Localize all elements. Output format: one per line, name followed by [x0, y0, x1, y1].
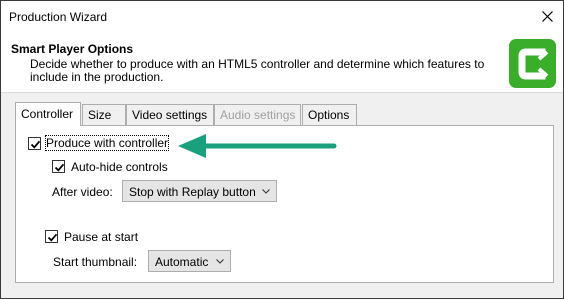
tab-audio-settings: Audio settings: [214, 104, 301, 125]
tab-video-settings[interactable]: Video settings: [126, 104, 214, 125]
start-thumbnail-label: Start thumbnail:: [53, 255, 138, 269]
chevron-down-icon: [216, 259, 224, 264]
checkmark-icon: [30, 140, 41, 149]
tab-options[interactable]: Options: [302, 104, 357, 125]
start-thumbnail-dropdown[interactable]: Automatic: [148, 250, 231, 272]
auto-hide-controls-checkbox[interactable]: [52, 160, 65, 173]
after-video-value: Stop with Replay button: [129, 185, 256, 199]
window-title: Production Wizard: [9, 10, 108, 24]
arrow-left-icon: [178, 134, 337, 158]
tab-size[interactable]: Size: [82, 104, 126, 125]
tab-controller[interactable]: Controller: [15, 102, 81, 126]
production-wizard-window: Production Wizard Smart Player Options D…: [0, 0, 564, 299]
chevron-down-icon: [262, 189, 270, 194]
produce-with-controller-label[interactable]: Produce with controller: [44, 135, 170, 151]
auto-hide-controls-label[interactable]: Auto-hide controls: [71, 160, 168, 174]
title-bar: Production Wizard: [1, 1, 563, 32]
produce-with-controller-checkbox[interactable]: [28, 137, 41, 150]
checkmark-icon: [54, 163, 65, 172]
camtasia-logo-icon: [509, 39, 556, 88]
close-icon: [542, 11, 553, 22]
wizard-header: Smart Player Options Decide whether to p…: [1, 32, 563, 93]
pause-at-start-label[interactable]: Pause at start: [64, 230, 138, 244]
checkmark-icon: [47, 233, 58, 242]
header-title: Smart Player Options: [11, 42, 134, 56]
after-video-label: After video:: [52, 185, 113, 199]
after-video-dropdown[interactable]: Stop with Replay button: [122, 180, 277, 202]
header-description: Decide whether to produce with an HTML5 …: [30, 57, 485, 84]
pause-at-start-checkbox[interactable]: [45, 230, 58, 243]
close-button[interactable]: [533, 1, 563, 32]
start-thumbnail-value: Automatic: [155, 255, 209, 269]
